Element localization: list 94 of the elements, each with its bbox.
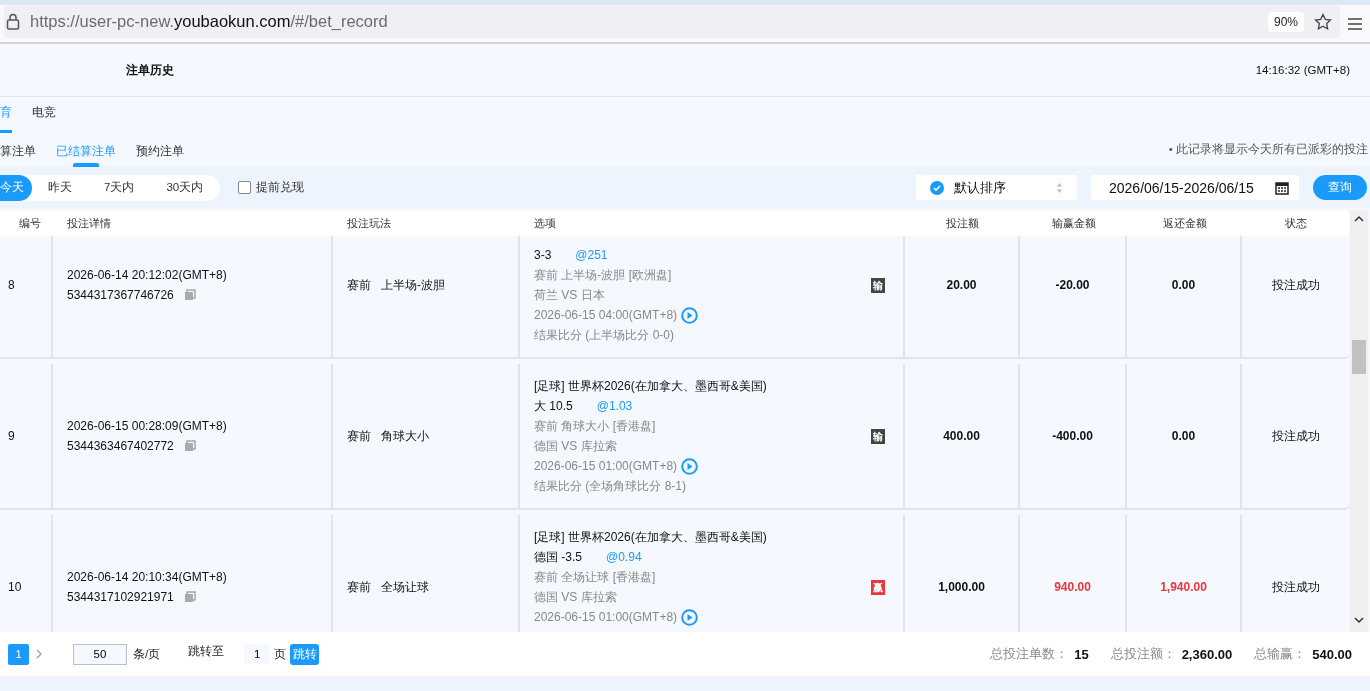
status-text: 投注成功 [1272,579,1320,596]
date-range-field[interactable]: 2026/06/15-2026/06/15 [1091,175,1299,200]
match-name: 德国 VS 库拉索 [534,589,618,606]
market: 赛前 全场让球 [香港盘] [534,569,657,586]
kickoff-time: 2026-06-15 01:00(GMT+8) [534,458,678,475]
table-cell-text: 10 [8,579,22,596]
status-text: 投注成功 [1272,277,1320,294]
jump-unit: 页 [274,646,287,662]
page-size-input[interactable]: 50 [73,643,127,665]
win-loss-amount: 940.00 [1054,579,1091,596]
result-badge: 输 [871,277,885,293]
kickoff-time: 2026-06-15 01:00(GMT+8) [534,609,678,626]
pick: 3-3 [534,247,552,264]
summary-value: 2,360.00 [1181,646,1233,662]
column-header: 返还金额 [1161,215,1208,231]
play-icon[interactable] [681,608,699,626]
pick: 大 10.5 [534,398,573,415]
bet-type: 赛前 全场让球 [347,579,429,596]
copy-icon[interactable] [183,289,196,301]
order-id: 5344363467402772 [67,438,174,455]
sort-select[interactable]: 默认排序 [916,175,1077,200]
win-loss-amount: -400.00 [1052,428,1093,445]
play-icon[interactable] [681,306,699,324]
match-name: 德国 VS 库拉索 [534,438,618,455]
odds: @1.03 [596,398,633,415]
scrollbar[interactable] [1350,210,1368,632]
bet-type: 赛前 角球大小 [347,428,429,445]
range-option[interactable]: 7天内 [88,174,151,201]
tab[interactable]: 电竞 [32,104,56,133]
copy-icon[interactable] [183,591,196,603]
copy-icon[interactable] [183,440,196,452]
range-option[interactable]: 昨天 [32,174,88,201]
match-name: 荷兰 VS 日本 [534,287,606,304]
bet-time: 2026-06-14 20:10:34(GMT+8) [67,569,227,586]
calendar-icon[interactable] [1275,180,1289,195]
zoom-level[interactable]: 90% [1267,11,1304,32]
table-cell-text: 9 [8,428,15,445]
pick: 德国 -3.5 [534,549,582,566]
clock: 14:16:32 (GMT+8) [1255,64,1350,76]
column-header: 编号 [17,215,42,231]
jump-input[interactable]: 1 [244,644,271,664]
sub-tab[interactable]: 算注单 [0,143,36,167]
stake-amount: 1,000.00 [938,579,985,596]
odds: @251 [575,247,608,264]
result-score: 结果比分 (上半场比分 0-0) [534,327,675,344]
sort-arrows-icon [1056,181,1063,194]
table-cell-text: 8 [8,277,15,294]
range-option[interactable]: 30天内 [150,174,220,201]
order-id: 5344317367746726 [67,287,174,304]
result-score: 结果比分 (全场角球比分 8-1) [534,478,687,495]
column-header: 状态 [1284,215,1308,231]
return-amount: 0.00 [1171,428,1196,445]
return-amount: 1,940.00 [1160,579,1207,596]
order-id: 5344317102921971 [67,589,174,606]
league-name: [足球] 世界杯2026(在加拿大、墨西哥&美国) [534,378,768,395]
bet-time: 2026-06-14 20:12:02(GMT+8) [67,267,227,284]
win-loss-amount: -20.00 [1055,277,1090,294]
summary-label: 总投注单数： [990,645,1069,663]
kickoff-time: 2026-06-15 04:00(GMT+8) [534,307,678,324]
checkbox[interactable] [238,181,251,194]
check-icon [930,180,944,195]
stake-amount: 400.00 [943,428,980,445]
column-header: 投注详情 [66,215,112,231]
result-badge: 赢 [871,579,885,595]
lock-icon [6,13,20,30]
return-amount: 0.00 [1171,277,1196,294]
bet-type: 赛前 上半场-波胆 [347,277,445,294]
column-header: 选项 [533,215,557,231]
page-size-unit: 条/页 [133,646,161,662]
star-icon[interactable] [1314,12,1332,31]
column-header: 投注玩法 [346,215,392,231]
status-text: 投注成功 [1272,428,1320,445]
address-bar[interactable]: https://user-pc-new.youbaokun.com/#/bet_record 90% [4,5,1340,38]
result-badge: 输 [871,428,885,444]
play-icon[interactable] [681,457,699,475]
summary-label: 总投注额： [1110,645,1176,663]
league-name: [足球] 世界杯2026(在加拿大、墨西哥&美国) [534,529,768,546]
info-note: • 此记录将显示今天所有已派彩的投注 [1168,142,1368,157]
odds: @0.94 [606,549,642,566]
checkbox-label: 提前兑现 [256,180,304,195]
summary-label: 总输赢： [1254,645,1307,663]
page-title: 注单历史 [126,61,174,79]
sub-tab[interactable]: 预约注单 [136,143,184,167]
menu-icon[interactable] [1348,17,1362,30]
jump-label: 跳转至 [188,643,225,659]
summary-value: 15 [1074,646,1089,662]
column-header: 投注额 [945,215,980,231]
market: 赛前 上半场-波胆 [欧洲盘] [534,267,673,284]
column-header: 输赢金额 [1050,215,1097,231]
summary-value: 540.00 [1312,646,1352,662]
market: 赛前 角球大小 [香港盘] [534,418,657,435]
bet-time: 2026-06-15 00:28:09(GMT+8) [67,418,227,435]
stake-amount: 20.00 [946,277,977,294]
url-text: https://user-pc-new.youbaokun.com/#/bet_record [30,12,389,31]
